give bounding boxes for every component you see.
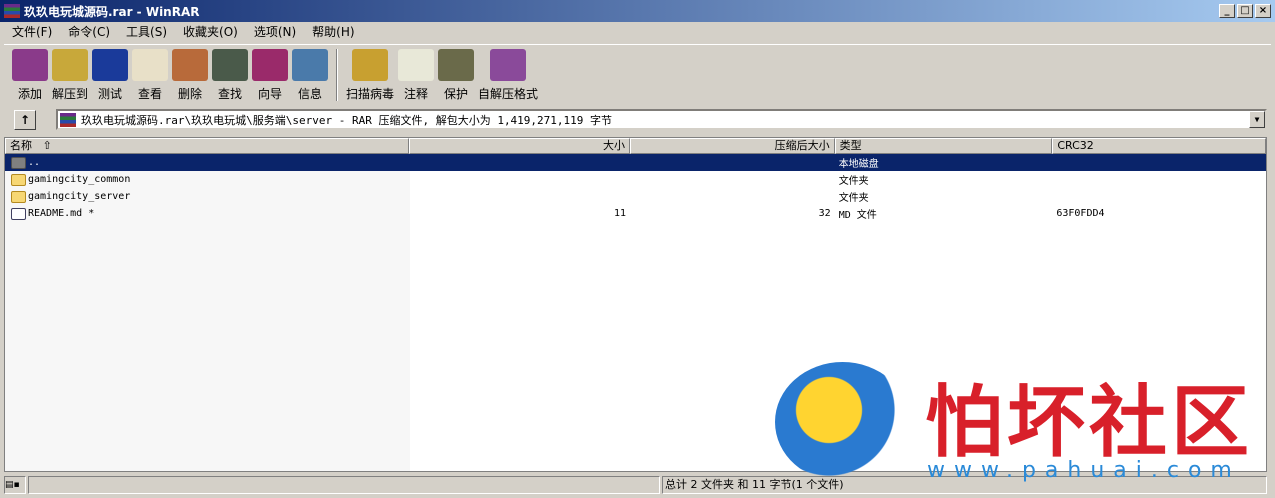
virus-scan-icon [352,49,389,81]
add-archive-icon [12,49,48,81]
list-header: 名称 ⇧ 大小 压缩后大小 类型 CRC32 [5,138,1266,154]
status-summary: 总计 2 文件夹 和 11 字节(1 个文件) [662,476,1267,494]
file-list[interactable]: 名称 ⇧ 大小 压缩后大小 类型 CRC32 .. 本地磁盘 gamingcit… [4,137,1267,472]
row-name: .. [28,157,41,168]
column-type[interactable]: 类型 [834,138,1053,154]
row-type: 本地磁盘 [838,159,879,170]
up-arrow-icon: ↑ [19,113,31,127]
toolbar-button-delete[interactable]: 删除 [172,45,209,102]
toolbar-label: 测试 [98,87,123,101]
toolbar-button-info[interactable]: 信息 [292,45,329,102]
close-button[interactable]: × [1255,4,1271,18]
path-text: 玖玖电玩城源码.rar\玖玖电玩城\服务端\server - RAR 压缩文件,… [81,113,613,127]
toolbar-button-test[interactable]: 测试 [92,45,129,102]
menu-favorites[interactable]: 收藏夹(O) [175,23,246,40]
row-crc: 63F0FDD4 [1056,208,1105,219]
toolbar-label: 解压到 [52,87,89,101]
winrar-icon [4,4,20,18]
column-name[interactable]: 名称 ⇧ [5,138,410,154]
row-type: 文件夹 [838,193,869,204]
toolbar-label: 向导 [258,87,283,101]
toolbar-button-add-archive[interactable]: 添加 [12,45,48,102]
row-name: gamingcity_server [28,191,131,202]
toolbar-button-view[interactable]: 查看 [132,45,169,102]
folder-icon [11,156,26,169]
toolbar-label: 注释 [404,87,429,101]
toolbar-label: 添加 [17,87,42,101]
table-row[interactable]: gamingcity_server 文件夹 [5,188,1266,205]
column-crc[interactable]: CRC32 [1052,138,1266,154]
row-name: gamingcity_common [28,174,131,185]
extract-icon [52,49,88,81]
sort-ascending-icon: ⇧ [42,139,52,152]
view-icon [132,49,169,81]
table-row[interactable]: README.md * 11 32 MD 文件 63F0FDD4 [5,205,1266,222]
title-bar: 玖玖电玩城源码.rar - WinRAR _ □ × [0,0,1275,22]
comment-icon [398,49,435,81]
wizard-icon [252,49,289,81]
toolbar-button-comment[interactable]: 注释 [398,45,435,102]
toolbar-separator [336,49,339,101]
drive-lock-icon: ▤▪ [4,476,26,494]
toolbar-button-protect[interactable]: 保护 [438,45,475,102]
column-name-label: 名称 [10,139,32,152]
toolbar-button-sfx[interactable]: 自解压格式 [478,45,538,102]
toolbar-label: 查看 [138,87,163,101]
column-packed[interactable]: 压缩后大小 [630,138,835,154]
archive-icon [60,112,76,127]
table-row[interactable]: .. 本地磁盘 [5,154,1266,171]
maximize-button[interactable]: □ [1237,4,1253,18]
menu-options[interactable]: 选项(N) [246,23,304,40]
folder-icon [11,173,26,186]
up-folder-button[interactable]: ↑ [14,110,36,130]
info-icon [292,49,329,81]
toolbar: 添加 解压到 测试 查看 删除 查找 向导 信息 扫描病毒 注释 保护 自解压格式 [4,44,1271,104]
test-icon [92,49,129,81]
protect-icon [438,49,475,81]
table-row[interactable]: gamingcity_common 文件夹 [5,171,1266,188]
toolbar-button-virus-scan[interactable]: 扫描病毒 [346,45,394,102]
toolbar-label: 自解压格式 [478,87,539,101]
row-size: 11 [613,208,627,219]
minimize-button[interactable]: _ [1219,4,1235,18]
path-combobox[interactable]: 玖玖电玩城源码.rar\玖玖电玩城\服务端\server - RAR 压缩文件,… [56,109,1267,130]
toolbar-label: 删除 [178,87,203,101]
folder-icon [11,190,26,203]
path-dropdown-button[interactable]: ▼ [1249,111,1265,128]
toolbar-label: 保护 [444,87,469,101]
delete-icon [172,49,209,81]
row-packed: 32 [818,208,831,219]
find-icon [212,49,249,81]
column-size[interactable]: 大小 [409,138,630,154]
file-icon [11,207,26,220]
row-type: 文件夹 [838,176,869,187]
window-title: 玖玖电玩城源码.rar - WinRAR [24,4,200,19]
menu-file[interactable]: 文件(F) [4,23,60,40]
menu-help[interactable]: 帮助(H) [304,23,362,40]
status-left-pane [28,476,660,494]
toolbar-button-extract[interactable]: 解压到 [52,45,88,102]
menu-tools[interactable]: 工具(S) [118,23,175,40]
menu-bar: 文件(F) 命令(C) 工具(S) 收藏夹(O) 选项(N) 帮助(H) [0,22,363,40]
sfx-icon [490,49,527,81]
toolbar-label: 信息 [298,87,323,101]
toolbar-button-wizard[interactable]: 向导 [252,45,289,102]
status-bar: ▤▪ 总计 2 文件夹 和 11 字节(1 个文件) [0,475,1275,495]
toolbar-label: 扫描病毒 [346,87,395,101]
row-name: README.md * [28,208,95,219]
address-bar: ↑ 玖玖电玩城源码.rar\玖玖电玩城\服务端\server - RAR 压缩文… [0,108,1275,132]
toolbar-label: 查找 [218,87,243,101]
toolbar-button-find[interactable]: 查找 [212,45,249,102]
row-type: MD 文件 [838,210,877,221]
menu-commands[interactable]: 命令(C) [60,23,118,40]
